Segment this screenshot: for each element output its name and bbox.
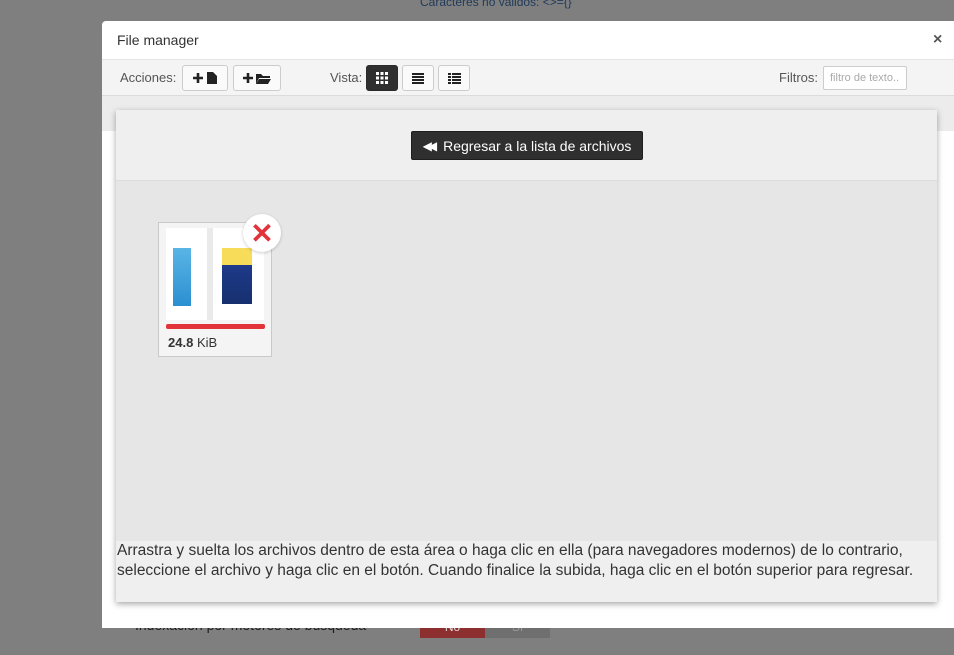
- new-file-button[interactable]: [182, 65, 228, 91]
- uploaded-file-card[interactable]: 24.8 KiB ✕: [158, 214, 281, 357]
- close-icon[interactable]: ×: [933, 31, 942, 49]
- toolbar: Acciones: Vista: Filtros: filtro de text…: [102, 60, 954, 96]
- back-button-label: Regresar a la lista de archivos: [443, 137, 632, 154]
- view-label: Vista:: [330, 70, 363, 85]
- filter-input[interactable]: [823, 66, 907, 90]
- add-folder-icon: [243, 73, 271, 84]
- filters-label: Filtros:: [779, 70, 818, 85]
- actions-label: Acciones:: [120, 70, 177, 85]
- view-list-button[interactable]: [402, 65, 434, 91]
- remove-file-icon[interactable]: ✕: [243, 214, 281, 252]
- upload-progress-bar: [166, 324, 265, 329]
- thumbnail-card-yellow: [222, 248, 252, 304]
- list-icon: [412, 72, 424, 84]
- background-hint-text: Caracteres no válidos: <>={}: [420, 0, 572, 9]
- file-size-unit: KiB: [196, 335, 218, 350]
- details-list-icon: [447, 72, 461, 84]
- thumbnail-divider: [207, 228, 213, 320]
- new-folder-button[interactable]: [233, 65, 281, 91]
- upload-dropzone[interactable]: ◀◀ Regresar a la lista de archivos 24.8 …: [116, 110, 937, 602]
- double-chevron-left-icon: ◀◀: [422, 138, 438, 153]
- file-size-value: 24.8: [168, 335, 194, 350]
- view-grid-button[interactable]: [366, 65, 398, 91]
- grid-icon: [376, 72, 388, 84]
- file-size: 24.8 KiB: [168, 335, 217, 350]
- add-file-icon: [193, 72, 217, 84]
- view-details-button[interactable]: [438, 65, 470, 91]
- back-to-file-list-button[interactable]: ◀◀ Regresar a la lista de archivos: [411, 131, 643, 160]
- upload-header: ◀◀ Regresar a la lista de archivos: [116, 110, 937, 181]
- thumbnail-card-blue: [173, 248, 191, 306]
- upload-instructions: Arrastra y suelta los archivos dentro de…: [116, 541, 937, 602]
- modal-title: File manager: [117, 32, 199, 48]
- modal-header: File manager ×: [102, 21, 954, 60]
